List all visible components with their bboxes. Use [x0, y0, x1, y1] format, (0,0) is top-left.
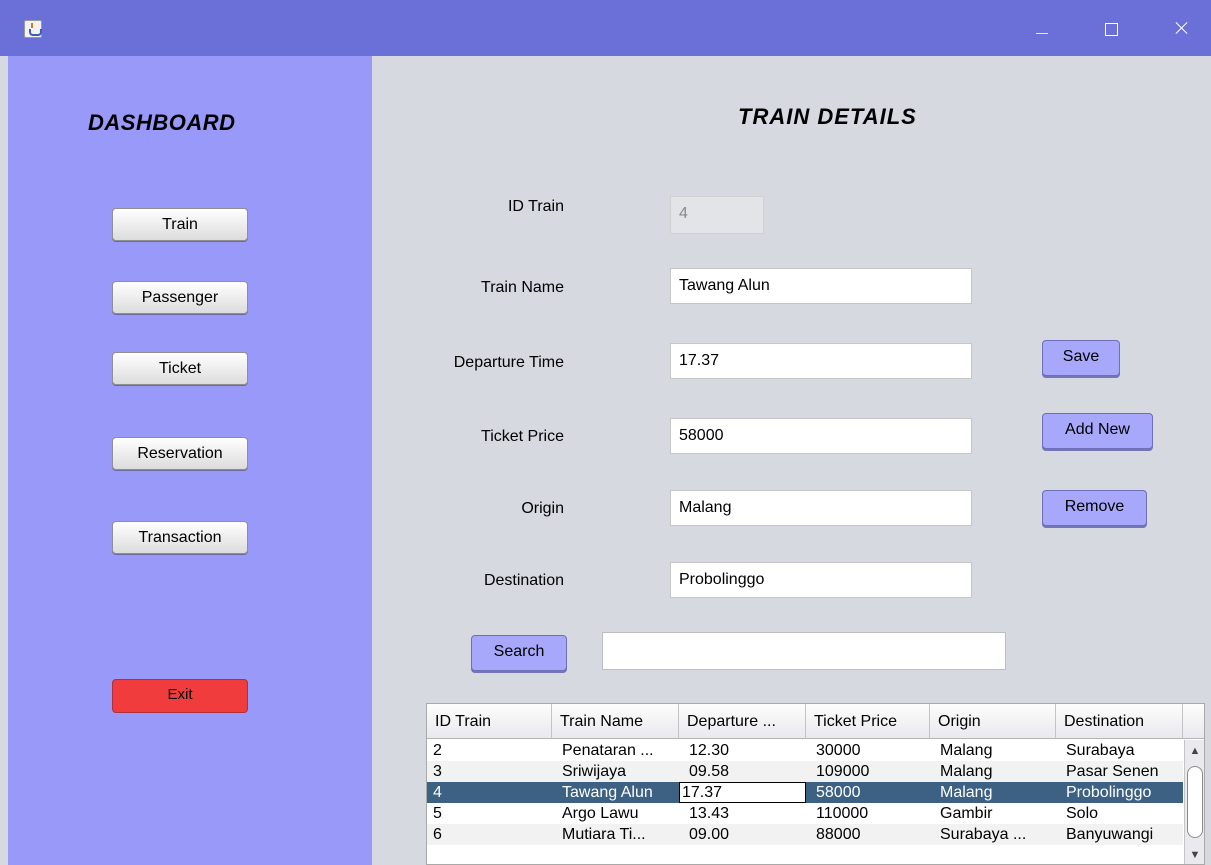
save-button[interactable]: Save	[1042, 340, 1120, 376]
column-header-corner	[1183, 704, 1204, 739]
cell-ticket-price: 30000	[816, 742, 861, 759]
cell-train-name: Sriwijaya	[562, 763, 627, 780]
search-input[interactable]	[602, 632, 1006, 670]
departure-time-label: Departure Time	[453, 354, 564, 371]
cell-destination: Pasar Senen	[1066, 763, 1159, 780]
vertical-scrollbar[interactable]: ▲ ▼	[1184, 740, 1204, 864]
add-new-button[interactable]: Add New	[1042, 413, 1153, 449]
dashboard-title: DASHBOARD	[88, 110, 236, 135]
cell-origin: Malang	[940, 763, 993, 780]
table-row-selected[interactable]: 4 Tawang Alun 17.37 58000 Malang Proboli…	[427, 782, 1183, 803]
table-header: ID Train Train Name Departure ... Ticket…	[427, 704, 1204, 739]
column-header-origin[interactable]: Origin	[930, 704, 1056, 739]
id-train-label: ID Train	[507, 198, 564, 215]
train-name-label: Train Name	[481, 279, 564, 296]
reservation-button[interactable]: Reservation	[112, 437, 248, 470]
table-row[interactable]: 5 Argo Lawu 13.43 110000 Gambir Solo	[427, 803, 1183, 824]
cell-ticket-price: 88000	[816, 826, 861, 843]
table-row[interactable]: 2 Penataran ... 12.30 30000 Malang Surab…	[427, 740, 1183, 761]
cell-departure: 12.30	[689, 742, 730, 759]
cell-id-train: 2	[433, 742, 442, 759]
exit-button[interactable]: Exit	[112, 679, 248, 713]
cell-origin: Gambir	[940, 805, 993, 822]
cell-ticket-price: 110000	[816, 805, 869, 822]
departure-time-field[interactable]: 17.37	[670, 343, 972, 379]
origin-label: Origin	[521, 500, 564, 517]
scroll-thumb[interactable]	[1187, 766, 1203, 838]
cell-train-name: Mutiara Ti...	[562, 826, 646, 843]
close-icon[interactable]	[1162, 10, 1202, 46]
destination-field[interactable]: Probolinggo	[670, 562, 972, 598]
cell-destination: Banyuwangi	[1066, 826, 1154, 843]
id-train-field: 4	[670, 196, 764, 234]
column-header-departure[interactable]: Departure ...	[679, 704, 806, 739]
ticket-button[interactable]: Ticket	[112, 352, 248, 385]
cell-departure: 09.00	[689, 826, 730, 843]
cell-id-train: 6	[433, 826, 442, 843]
cell-origin: Malang	[940, 784, 993, 801]
transaction-button[interactable]: Transaction	[112, 521, 248, 554]
column-header-ticket-price[interactable]: Ticket Price	[806, 704, 930, 739]
cell-origin: Malang	[940, 742, 993, 759]
cell-train-name: Tawang Alun	[562, 784, 653, 801]
java-cup-icon	[24, 20, 42, 38]
scroll-up-arrow-icon[interactable]: ▲	[1185, 742, 1204, 760]
cell-destination: Probolinggo	[1066, 784, 1152, 801]
cell-destination: Solo	[1066, 805, 1099, 822]
cell-id-train: 4	[433, 784, 442, 801]
cell-train-name: Penataran ...	[562, 742, 654, 759]
cell-departure: 13.43	[689, 805, 730, 822]
cell-ticket-price: 58000	[816, 784, 861, 801]
cell-departure-editor[interactable]: 17.37	[679, 782, 806, 803]
train-table: ID Train Train Name Departure ... Ticket…	[426, 703, 1205, 865]
remove-button[interactable]: Remove	[1042, 490, 1147, 526]
column-header-train-name[interactable]: Train Name	[552, 704, 679, 739]
scroll-down-arrow-icon[interactable]: ▼	[1185, 846, 1204, 864]
cell-id-train: 3	[433, 763, 442, 780]
train-button[interactable]: Train	[112, 208, 248, 241]
cell-destination: Surabaya	[1066, 742, 1135, 759]
column-header-id-train[interactable]: ID Train	[427, 704, 552, 739]
maximize-icon[interactable]	[1090, 10, 1130, 46]
ticket-price-label: Ticket Price	[481, 428, 564, 445]
passenger-button[interactable]: Passenger	[112, 281, 248, 314]
page-title: TRAIN DETAILS	[738, 104, 917, 129]
ticket-price-field[interactable]: 58000	[670, 418, 972, 454]
table-row[interactable]: 3 Sriwijaya 09.58 109000 Malang Pasar Se…	[427, 761, 1183, 782]
destination-label: Destination	[483, 572, 564, 589]
table-row[interactable]: 6 Mutiara Ti... 09.00 88000 Surabaya ...…	[427, 824, 1183, 845]
cell-origin: Surabaya ...	[940, 826, 1027, 843]
origin-field[interactable]: Malang	[670, 490, 972, 526]
search-button[interactable]: Search	[471, 635, 567, 671]
title-bar	[0, 0, 1211, 56]
cell-id-train: 5	[433, 805, 442, 822]
train-name-field[interactable]: Tawang Alun	[670, 268, 972, 304]
minimize-icon[interactable]	[1022, 10, 1062, 46]
cell-ticket-price: 109000	[816, 763, 870, 780]
column-header-destination[interactable]: Destination	[1056, 704, 1183, 739]
cell-departure: 09.58	[689, 763, 730, 780]
cell-train-name: Argo Lawu	[562, 805, 639, 822]
